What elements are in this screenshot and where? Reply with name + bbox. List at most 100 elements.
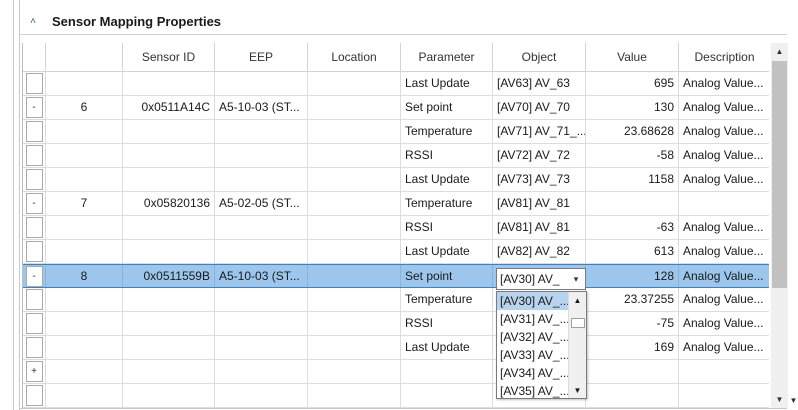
- index-cell[interactable]: [46, 360, 123, 383]
- grid-scroll-thumb[interactable]: [772, 61, 787, 288]
- parameter-cell[interactable]: RSSI: [401, 144, 493, 167]
- description-cell[interactable]: Analog Value...: [679, 240, 769, 263]
- row-header-button[interactable]: [25, 313, 43, 334]
- grid-vertical-scrollbar[interactable]: ▲ ▼: [771, 43, 788, 408]
- dropdown-option[interactable]: [AV35] AV_...: [497, 382, 569, 398]
- index-cell[interactable]: [46, 384, 123, 407]
- table-row[interactable]: -6 0x0511A14C A5-10-03 (ST... Set point [AV7…: [23, 96, 769, 120]
- eep-cell[interactable]: [215, 120, 308, 143]
- table-row[interactable]: Temperature [AV71] AV_71_... 23.68628 Analo…: [23, 120, 769, 144]
- eep-cell[interactable]: [215, 240, 308, 263]
- value-cell[interactable]: 23.37255: [586, 288, 679, 311]
- parameter-cell[interactable]: Temperature: [401, 288, 493, 311]
- column-header-sensor-id[interactable]: Sensor ID: [123, 43, 215, 72]
- index-cell[interactable]: [46, 288, 123, 311]
- value-cell[interactable]: 128: [586, 265, 679, 287]
- sensor-id-cell[interactable]: 0x05820136: [123, 192, 215, 215]
- column-header-expander[interactable]: [23, 43, 46, 72]
- parameter-cell[interactable]: Last Update: [401, 168, 493, 191]
- sensor-id-cell[interactable]: [123, 384, 215, 407]
- value-cell[interactable]: 1158: [586, 168, 679, 191]
- description-cell[interactable]: Analog Value...: [679, 144, 769, 167]
- parameter-cell[interactable]: RSSI: [401, 312, 493, 335]
- dropdown-option[interactable]: [AV33] AV_...: [497, 346, 569, 364]
- scroll-down-arrow-icon[interactable]: ▼: [771, 391, 788, 408]
- value-cell[interactable]: 130: [586, 96, 679, 119]
- column-header-eep[interactable]: EEP: [215, 43, 308, 72]
- location-cell[interactable]: [308, 336, 401, 359]
- value-cell[interactable]: [586, 192, 679, 215]
- sensor-id-cell[interactable]: 0x0511A14C: [123, 96, 215, 119]
- object-cell[interactable]: [AV71] AV_71_...: [493, 120, 586, 143]
- dropdown-option[interactable]: [AV30] AV_...: [497, 292, 569, 310]
- parameter-cell[interactable]: Last Update: [401, 72, 493, 95]
- row-header-button[interactable]: [25, 217, 43, 238]
- eep-cell[interactable]: [215, 144, 308, 167]
- value-cell[interactable]: 695: [586, 72, 679, 95]
- object-cell[interactable]: [AV73] AV_73: [493, 168, 586, 191]
- row-header-button[interactable]: [25, 337, 43, 358]
- row-header-button[interactable]: [25, 241, 43, 262]
- eep-cell[interactable]: [215, 312, 308, 335]
- index-cell[interactable]: 8: [46, 265, 123, 287]
- description-cell[interactable]: [679, 384, 769, 407]
- parameter-cell[interactable]: Temperature: [401, 192, 493, 215]
- table-row[interactable]: [23, 384, 769, 408]
- location-cell[interactable]: [308, 288, 401, 311]
- dropdown-option[interactable]: [AV32] AV_...: [497, 328, 569, 346]
- eep-cell[interactable]: [215, 336, 308, 359]
- eep-cell[interactable]: [215, 360, 308, 383]
- sensor-id-cell[interactable]: [123, 312, 215, 335]
- index-cell[interactable]: [46, 216, 123, 239]
- description-cell[interactable]: [679, 360, 769, 383]
- sensor-id-cell[interactable]: [123, 360, 215, 383]
- value-cell[interactable]: 169: [586, 336, 679, 359]
- row-header-button[interactable]: [25, 145, 43, 166]
- location-cell[interactable]: [308, 72, 401, 95]
- table-row[interactable]: Temperature 23.37255 Analog Value...: [23, 288, 769, 312]
- location-cell[interactable]: [308, 96, 401, 119]
- parameter-cell[interactable]: RSSI: [401, 216, 493, 239]
- eep-cell[interactable]: [215, 72, 308, 95]
- collapse-row-button[interactable]: -: [25, 193, 43, 214]
- sensor-id-cell[interactable]: [123, 144, 215, 167]
- description-cell[interactable]: Analog Value...: [679, 216, 769, 239]
- scroll-down-arrow-icon[interactable]: ▼: [569, 382, 586, 398]
- index-cell[interactable]: [46, 144, 123, 167]
- index-cell[interactable]: [46, 312, 123, 335]
- object-cell[interactable]: [AV82] AV_82: [493, 240, 586, 263]
- combo-dropdown-arrow-icon[interactable]: ▾: [567, 269, 585, 289]
- description-cell[interactable]: Analog Value...: [679, 336, 769, 359]
- column-header-parameter[interactable]: Parameter: [401, 43, 493, 72]
- parameter-cell[interactable]: Set point: [401, 265, 493, 287]
- row-header-button[interactable]: [25, 73, 43, 94]
- description-cell[interactable]: Analog Value...: [679, 265, 769, 287]
- dropdown-scroll-thumb[interactable]: [571, 318, 585, 328]
- sensor-id-cell[interactable]: [123, 72, 215, 95]
- object-cell[interactable]: [AV81] AV_81: [493, 216, 586, 239]
- object-cell[interactable]: [AV81] AV_81: [493, 192, 586, 215]
- table-row[interactable]: Last Update [AV73] AV_73 1158 Analog Value.…: [23, 168, 769, 192]
- object-cell[interactable]: [AV72] AV_72: [493, 144, 586, 167]
- value-cell[interactable]: -58: [586, 144, 679, 167]
- eep-cell[interactable]: [215, 216, 308, 239]
- location-cell[interactable]: [308, 192, 401, 215]
- parameter-cell[interactable]: [401, 360, 493, 383]
- panel-scroll-down-arrow-icon[interactable]: ▼: [789, 394, 798, 406]
- location-cell[interactable]: [308, 265, 401, 287]
- index-cell[interactable]: [46, 120, 123, 143]
- description-cell[interactable]: Analog Value...: [679, 168, 769, 191]
- object-cell[interactable]: [AV63] AV_63: [493, 72, 586, 95]
- description-cell[interactable]: Analog Value...: [679, 312, 769, 335]
- collapse-chevron-icon[interactable]: ˄: [22, 10, 44, 32]
- sensor-id-cell[interactable]: [123, 240, 215, 263]
- eep-cell[interactable]: [215, 384, 308, 407]
- location-cell[interactable]: [308, 312, 401, 335]
- location-cell[interactable]: [308, 168, 401, 191]
- sensor-id-cell[interactable]: 0x0511559B: [123, 265, 215, 287]
- index-cell[interactable]: 6: [46, 96, 123, 119]
- value-cell[interactable]: -63: [586, 216, 679, 239]
- column-header-description[interactable]: Description: [679, 43, 769, 72]
- sensor-id-cell[interactable]: [123, 288, 215, 311]
- eep-cell[interactable]: [215, 168, 308, 191]
